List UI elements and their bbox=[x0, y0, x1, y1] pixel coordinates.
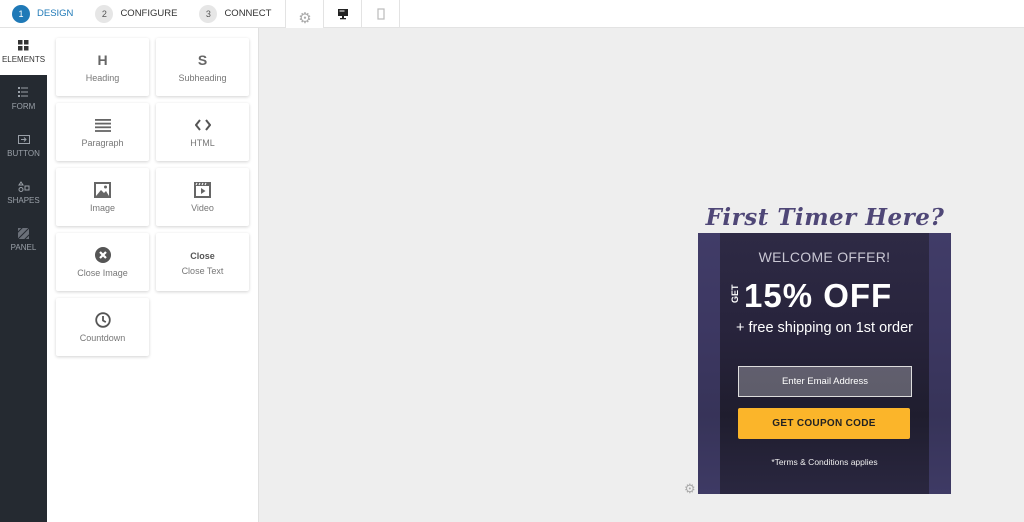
nav-form[interactable]: FORM bbox=[0, 75, 47, 122]
desktop-view-button[interactable] bbox=[323, 0, 361, 28]
nav-shapes[interactable]: SHAPES bbox=[0, 169, 47, 216]
step-label: CONNECT bbox=[224, 8, 272, 19]
clock-icon bbox=[94, 311, 111, 329]
element-heading[interactable]: H Heading bbox=[56, 38, 149, 96]
nav-label: PANEL bbox=[10, 242, 37, 252]
popup-settings-gear[interactable]: ⚙ bbox=[684, 480, 696, 498]
discount-text: 15% OFF bbox=[744, 277, 893, 314]
element-close-text[interactable]: Close Close Text bbox=[156, 233, 249, 291]
shapes-icon bbox=[17, 180, 30, 193]
email-field[interactable]: Enter Email Address bbox=[738, 366, 912, 397]
close-circle-icon bbox=[94, 246, 111, 264]
nav-label: ELEMENTS bbox=[1, 54, 46, 64]
nav-button[interactable]: BUTTON bbox=[0, 122, 47, 169]
mobile-icon bbox=[377, 7, 385, 20]
nav-label: BUTTON bbox=[7, 148, 40, 158]
grid-icon bbox=[18, 40, 29, 52]
elements-panel: H Heading S Subheading Paragraph HTML Im… bbox=[47, 28, 259, 522]
gear-icon: ⚙ bbox=[684, 481, 696, 496]
step-number: 3 bbox=[199, 4, 218, 23]
get-label: GET bbox=[730, 284, 740, 303]
heading-icon: H bbox=[97, 52, 108, 68]
element-label: HTML bbox=[190, 138, 215, 148]
step-number: 2 bbox=[95, 4, 114, 23]
top-bar: 1 DESIGN 2 CONFIGURE 3 CONNECT ⚙ bbox=[0, 0, 1024, 36]
desktop-icon bbox=[337, 8, 348, 19]
element-html[interactable]: HTML bbox=[156, 103, 249, 161]
element-countdown[interactable]: Countdown bbox=[56, 298, 149, 356]
video-icon bbox=[194, 181, 211, 199]
form-icon bbox=[18, 87, 29, 99]
element-paragraph[interactable]: Paragraph bbox=[56, 103, 149, 161]
step-connect[interactable]: 3 CONNECT bbox=[199, 0, 271, 28]
code-icon bbox=[194, 116, 211, 134]
mobile-view-button[interactable] bbox=[361, 0, 399, 28]
element-subheading[interactable]: S Subheading bbox=[156, 38, 249, 96]
get-coupon-button[interactable]: GET COUPON CODE bbox=[738, 408, 910, 439]
close-text-glyph: Close bbox=[190, 250, 215, 261]
element-label: Paragraph bbox=[81, 138, 124, 148]
element-close-image[interactable]: Close Image bbox=[56, 233, 149, 291]
element-label: Close Text bbox=[181, 265, 224, 276]
element-label: Countdown bbox=[79, 333, 126, 343]
terms-text[interactable]: *Terms & Conditions applies bbox=[698, 457, 951, 467]
paragraph-icon bbox=[94, 116, 111, 134]
left-nav: ELEMENTS FORM BUTTON SHAPES PANEL bbox=[0, 28, 47, 522]
step-design[interactable]: 1 DESIGN bbox=[12, 0, 73, 28]
background-image-band bbox=[698, 233, 720, 494]
popup-preview[interactable]: WELCOME OFFER! GET 15% OFF + free shippi… bbox=[698, 233, 951, 494]
nav-elements[interactable]: ELEMENTS bbox=[0, 28, 47, 75]
step-configure[interactable]: 2 CONFIGURE bbox=[95, 0, 177, 28]
step-label: DESIGN bbox=[37, 8, 74, 19]
nav-label: SHAPES bbox=[7, 195, 40, 205]
element-label: Heading bbox=[85, 73, 120, 83]
popup-headline[interactable]: First Timer Here? bbox=[700, 204, 950, 231]
button-icon bbox=[17, 134, 30, 146]
gear-icon: ⚙ bbox=[298, 9, 312, 27]
background-image-band bbox=[929, 233, 951, 494]
element-label: Close Image bbox=[77, 268, 128, 278]
step-number: 1 bbox=[12, 4, 30, 23]
offer-block[interactable]: GET 15% OFF bbox=[728, 277, 892, 315]
shipping-text[interactable]: + free shipping on 1st order bbox=[698, 320, 951, 336]
toolbar-divider bbox=[399, 0, 401, 28]
welcome-text[interactable]: WELCOME OFFER! bbox=[698, 249, 951, 265]
element-label: Video bbox=[191, 203, 214, 213]
subheading-icon: S bbox=[197, 52, 208, 68]
image-icon bbox=[94, 181, 111, 199]
nav-panel[interactable]: PANEL bbox=[0, 216, 47, 263]
panel-icon bbox=[18, 228, 29, 240]
element-label: Image bbox=[89, 203, 115, 213]
element-video[interactable]: Video bbox=[156, 168, 249, 226]
nav-label: FORM bbox=[11, 101, 36, 111]
element-label: Subheading bbox=[178, 73, 227, 83]
step-label: CONFIGURE bbox=[120, 8, 178, 19]
element-image[interactable]: Image bbox=[56, 168, 149, 226]
